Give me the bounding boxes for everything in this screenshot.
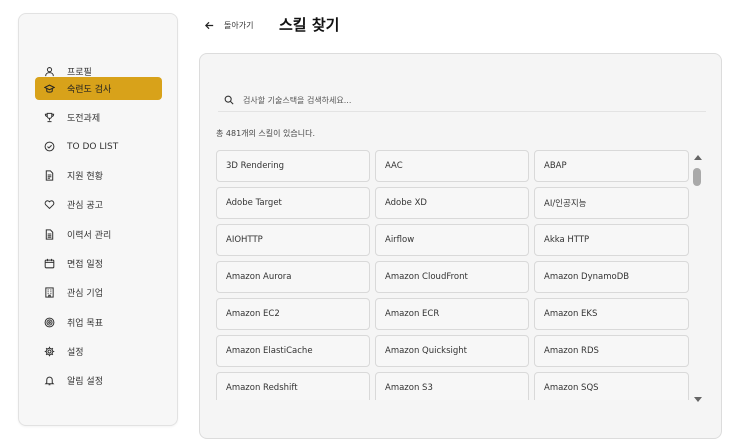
sidebar-item-label: 면접 일정 <box>67 260 103 270</box>
sidebar-item-saved-jobs[interactable]: 관심 공고 <box>35 193 162 216</box>
skill-chip[interactable]: Adobe Target <box>216 187 370 219</box>
graduation-cap-icon <box>43 83 55 95</box>
skill-chip[interactable]: AAC <box>375 150 529 182</box>
skill-search-panel: 총 481개의 스킬이 있습니다. 3D Rendering AAC ABAP … <box>199 53 722 439</box>
sidebar-item-settings[interactable]: 설정 <box>35 340 162 363</box>
skill-chip[interactable]: Amazon ElastiCache <box>216 335 370 367</box>
check-circle-icon <box>43 141 55 153</box>
sidebar-item-label: 도전과제 <box>67 114 101 124</box>
skill-chip[interactable]: AI/인공지능 <box>534 187 689 219</box>
search-icon <box>224 95 234 105</box>
skill-chip[interactable]: Amazon S3 <box>375 372 529 400</box>
skill-chip[interactable]: Amazon EC2 <box>216 298 370 330</box>
gear-icon <box>43 346 55 358</box>
sidebar-item-label: 알림 설정 <box>67 377 103 387</box>
search-input[interactable] <box>243 95 663 105</box>
sidebar-item-label: 관심 공고 <box>67 201 103 211</box>
sidebar-item-todo[interactable]: TO DO LIST <box>35 135 162 158</box>
sidebar-item-companies[interactable]: 관심 기업 <box>35 281 162 304</box>
sidebar-item-skill-test[interactable]: 숙련도 검사 <box>35 77 162 100</box>
skill-chip[interactable]: Amazon RDS <box>534 335 689 367</box>
sidebar-item-label: 관심 기업 <box>67 289 103 299</box>
trophy-icon <box>43 112 55 124</box>
document-icon <box>43 170 55 182</box>
sidebar-item-challenges[interactable]: 도전과제 <box>35 106 162 129</box>
scroll-down-icon[interactable] <box>694 397 702 402</box>
back-label: 돌아가기 <box>224 20 254 30</box>
skill-chip[interactable]: Amazon Aurora <box>216 261 370 293</box>
skill-chip[interactable]: Amazon DynamoDB <box>534 261 689 293</box>
skill-chip[interactable]: 3D Rendering <box>216 150 370 182</box>
page-title: 스킬 찾기 <box>279 16 340 34</box>
sidebar: 프로필 숙련도 검사 도전과제 TO DO LIST 지원 현황 관심 공고 이… <box>18 13 178 426</box>
back-button[interactable]: 돌아가기 <box>204 16 253 34</box>
scrollbar-thumb[interactable] <box>693 168 701 186</box>
arrow-left-icon <box>204 21 214 29</box>
scroll-up-icon[interactable] <box>694 155 702 160</box>
sidebar-item-label: TO DO LIST <box>67 141 119 152</box>
sidebar-item-resume[interactable]: 이력서 관리 <box>35 223 162 246</box>
skill-chip[interactable]: Amazon CloudFront <box>375 261 529 293</box>
skill-chip[interactable]: AIOHTTP <box>216 224 370 256</box>
skill-chip[interactable]: Adobe XD <box>375 187 529 219</box>
sidebar-item-label: 숙련도 검사 <box>67 85 112 95</box>
heart-icon <box>43 199 55 211</box>
skill-chip[interactable]: Amazon Redshift <box>216 372 370 400</box>
skill-chip[interactable]: Amazon EKS <box>534 298 689 330</box>
skill-grid: 3D Rendering AAC ABAP Adobe Target Adobe… <box>216 150 691 400</box>
sidebar-item-label: 지원 현황 <box>67 172 103 182</box>
result-count: 총 481개의 스킬이 있습니다. <box>216 129 316 138</box>
skill-chip[interactable]: Amazon SQS <box>534 372 689 400</box>
skill-chip[interactable]: Amazon Quicksight <box>375 335 529 367</box>
skill-chip[interactable]: Airflow <box>375 224 529 256</box>
sidebar-item-notifications[interactable]: 알림 설정 <box>35 369 162 392</box>
skill-chip[interactable]: Akka HTTP <box>534 224 689 256</box>
sidebar-item-label: 취업 목표 <box>67 319 103 329</box>
search-bar <box>218 89 706 112</box>
skill-chip[interactable]: ABAP <box>534 150 689 182</box>
file-text-icon <box>43 229 55 241</box>
building-icon <box>43 287 55 299</box>
sidebar-item-applications[interactable]: 지원 현황 <box>35 164 162 187</box>
calendar-icon <box>43 258 55 270</box>
sidebar-item-interviews[interactable]: 면접 일정 <box>35 252 162 275</box>
user-icon <box>43 66 55 78</box>
sidebar-item-label: 설정 <box>67 348 84 358</box>
sidebar-item-goals[interactable]: 취업 목표 <box>35 311 162 334</box>
bell-icon <box>43 375 55 387</box>
scrollbar[interactable] <box>691 150 705 402</box>
target-icon <box>43 317 55 329</box>
sidebar-item-label: 이력서 관리 <box>67 231 112 241</box>
skill-chip[interactable]: Amazon ECR <box>375 298 529 330</box>
